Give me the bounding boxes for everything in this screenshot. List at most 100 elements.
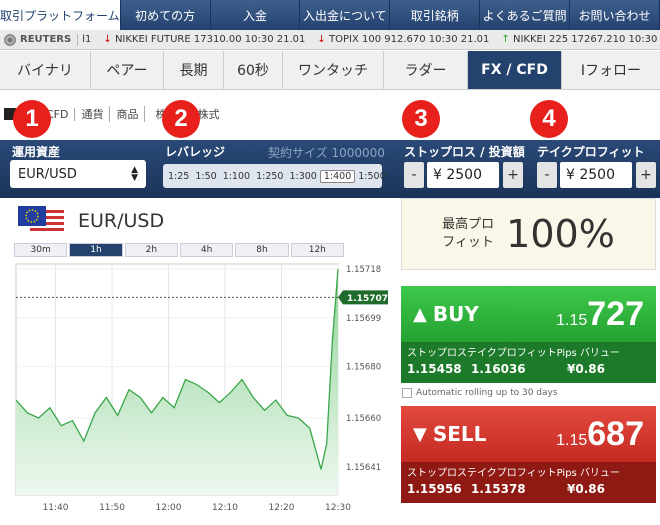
asset-value: EUR/USD xyxy=(18,166,77,182)
leverage-label: レバレッジ xyxy=(165,145,226,159)
arrow-down-icon: ↓ xyxy=(103,34,112,45)
timeframe-2h[interactable]: 2h xyxy=(124,243,178,257)
buy-takeprofit: 1.16036 xyxy=(471,362,526,376)
sell-details: ストップロステイクプロフィットPips バリュー 1.15956 1.15378… xyxy=(401,462,656,503)
sell-panel[interactable]: ▼ SELL 1.15687 ストップロステイクプロフィットPips バリュー 1… xyxy=(401,406,656,503)
leverage-option[interactable]: 1:250 xyxy=(253,171,286,182)
arrow-up-icon: ↑ xyxy=(501,34,510,45)
max-profit-value: 100% xyxy=(506,212,615,256)
ticker-item: ↑ NIKKEI 225 17267.210 10:30 xyxy=(501,34,658,45)
tab-ladder[interactable]: ラダー xyxy=(384,51,468,89)
tab-binary[interactable]: バイナリ xyxy=(0,51,91,89)
leverage-option[interactable]: 1:25 xyxy=(165,171,192,182)
x-tick-label: 12:20 xyxy=(269,503,295,513)
leverage-option[interactable]: 1:100 xyxy=(220,171,253,182)
top-nav-item-deposit[interactable]: 入金 xyxy=(211,0,301,30)
timeframe-bar: 30m 1h 2h 4h 8h 12h xyxy=(14,243,344,257)
ticker-prefix: l1 xyxy=(82,34,92,45)
sell-price: 1.15687 xyxy=(556,414,644,453)
ticker-item: ↓ NIKKEI FUTURE 17310.00 10:30 21.01 xyxy=(103,34,306,45)
y-tick-label: 1.15680 xyxy=(346,363,381,373)
leverage-selector: 1:25 1:50 1:100 1:250 1:300 1:400 1:500 xyxy=(163,164,386,188)
takeprofit-label: テイクプロフィット xyxy=(537,145,645,159)
step-badge-4: 4 xyxy=(530,100,568,138)
top-nav-item-platform[interactable]: 取引プラットフォーム xyxy=(0,0,121,30)
x-tick-label: 12:00 xyxy=(156,503,182,513)
buy-price: 1.15727 xyxy=(556,294,644,333)
price-chart[interactable]: 11:40 11:50 12:00 12:10 12:20 12:30 1.15718 1.1… xyxy=(0,258,390,520)
reuters-dot-icon xyxy=(4,33,16,46)
x-tick-label: 12:10 xyxy=(212,503,238,513)
buy-label: BUY xyxy=(432,302,479,326)
x-tick-label: 12:30 xyxy=(325,503,351,513)
subtab-commodity[interactable]: 商品 xyxy=(110,106,146,122)
leverage-option-selected[interactable]: 1:400 xyxy=(319,169,356,183)
triangle-down-icon: ▼ xyxy=(413,423,427,445)
takeprofit-minus-button[interactable]: - xyxy=(537,162,557,188)
sell-stoploss: 1.15956 xyxy=(407,482,462,496)
tab-ifollow[interactable]: Iフォロー xyxy=(562,51,660,89)
y-tick-label: 1.15718 xyxy=(346,265,381,275)
contract-size: 契約サイズ 1000000 xyxy=(268,146,385,160)
step-badge-3: 3 xyxy=(402,100,440,138)
step-badge-2: 2 xyxy=(162,100,200,138)
takeprofit-plus-button[interactable]: + xyxy=(636,162,656,188)
timeframe-12h[interactable]: 12h xyxy=(290,243,344,257)
buy-details: ストップロステイクプロフィットPips バリュー 1.15458 1.16036… xyxy=(401,342,656,383)
tab-long-term[interactable]: 長期 xyxy=(164,51,224,89)
top-nav-item-instruments[interactable]: 取引銘柄 xyxy=(390,0,481,30)
triangle-up-icon: ▲ xyxy=(413,303,427,325)
buy-pips: ¥0.86 xyxy=(567,362,605,376)
tab-pair[interactable]: ペアー xyxy=(91,51,164,89)
timeframe-30m[interactable]: 30m xyxy=(14,243,68,257)
top-nav-item-contact[interactable]: お問い合わせ xyxy=(570,0,660,30)
chart-pair-title: EUR/USD xyxy=(78,210,165,232)
top-nav: 取引プラットフォーム 初めての方 入金 入出金について 取引銘柄 よくあるご質問… xyxy=(0,0,660,30)
subtab-currency[interactable]: 通貨 xyxy=(75,106,111,122)
sell-button[interactable]: ▼ SELL 1.15687 xyxy=(401,406,656,462)
timeframe-4h[interactable]: 4h xyxy=(179,243,234,257)
asset-select[interactable]: EUR/USD ▲ ▼ xyxy=(10,160,146,188)
tab-fx-cfd[interactable]: FX / CFD xyxy=(468,51,562,89)
timeframe-8h[interactable]: 8h xyxy=(235,243,289,257)
ticker-item: ↓ TOPIX 100 912.670 10:30 21.01 xyxy=(317,34,490,45)
product-tabs: バイナリ ペアー 長期 60秒 ワンタッチ ラダー FX / CFD Iフォロー xyxy=(0,51,660,90)
timeframe-1h[interactable]: 1h xyxy=(69,243,123,257)
tab-one-touch[interactable]: ワンタッチ xyxy=(283,51,384,89)
arrow-down-icon: ↓ xyxy=(317,34,326,45)
stoploss-plus-button[interactable]: + xyxy=(503,162,523,188)
x-tick-label: 11:50 xyxy=(99,503,125,513)
takeprofit-input[interactable]: ¥ 2500 xyxy=(560,162,632,188)
top-nav-item-beginners[interactable]: 初めての方 xyxy=(121,0,211,30)
eu-us-flag-icon xyxy=(18,206,64,234)
auto-rolling[interactable]: Automatic rolling up to 30 days xyxy=(402,388,558,398)
x-tick-label: 11:40 xyxy=(43,503,69,513)
leverage-option[interactable]: 1:300 xyxy=(286,171,319,182)
buy-button[interactable]: ▲ BUY 1.15727 xyxy=(401,286,656,342)
current-price-label: 1.15707 xyxy=(347,294,388,304)
max-profit-box: 最高プロフィット 100% xyxy=(401,198,656,270)
sell-pips: ¥0.86 xyxy=(567,482,605,496)
top-nav-item-faq[interactable]: よくあるご質問 xyxy=(480,0,571,30)
buy-panel[interactable]: ▲ BUY 1.15727 ストップロステイクプロフィットPips バリュー 1.… xyxy=(401,286,656,383)
y-tick-label: 1.15641 xyxy=(346,463,381,473)
y-tick-label: 1.15660 xyxy=(346,414,381,424)
top-nav-item-funds[interactable]: 入出金について xyxy=(300,0,391,30)
step-badge-1: 1 xyxy=(13,100,51,138)
leverage-option[interactable]: 1:50 xyxy=(192,171,219,182)
stoploss-minus-button[interactable]: - xyxy=(404,162,424,188)
tab-60sec[interactable]: 60秒 xyxy=(224,51,283,89)
select-arrows-icon: ▲ ▼ xyxy=(131,165,138,183)
reuters-logo: REUTERS xyxy=(0,33,79,46)
news-ticker: REUTERS l1 ↓ NIKKEI FUTURE 17310.00 10:3… xyxy=(0,30,660,50)
stoploss-input[interactable]: ¥ 2500 xyxy=(427,162,499,188)
leverage-option[interactable]: 1:500 xyxy=(355,171,388,182)
asset-label: 運用資産 xyxy=(12,145,61,159)
max-profit-label: 最高プロフィット xyxy=(442,217,495,250)
auto-rolling-label: Automatic rolling up to 30 days xyxy=(416,388,558,398)
sell-takeprofit: 1.15378 xyxy=(471,482,526,496)
stoploss-label: ストップロス / 投資額 xyxy=(404,145,525,159)
auto-rolling-checkbox[interactable] xyxy=(402,388,412,398)
buy-stoploss: 1.15458 xyxy=(407,362,462,376)
sell-label: SELL xyxy=(432,422,487,446)
